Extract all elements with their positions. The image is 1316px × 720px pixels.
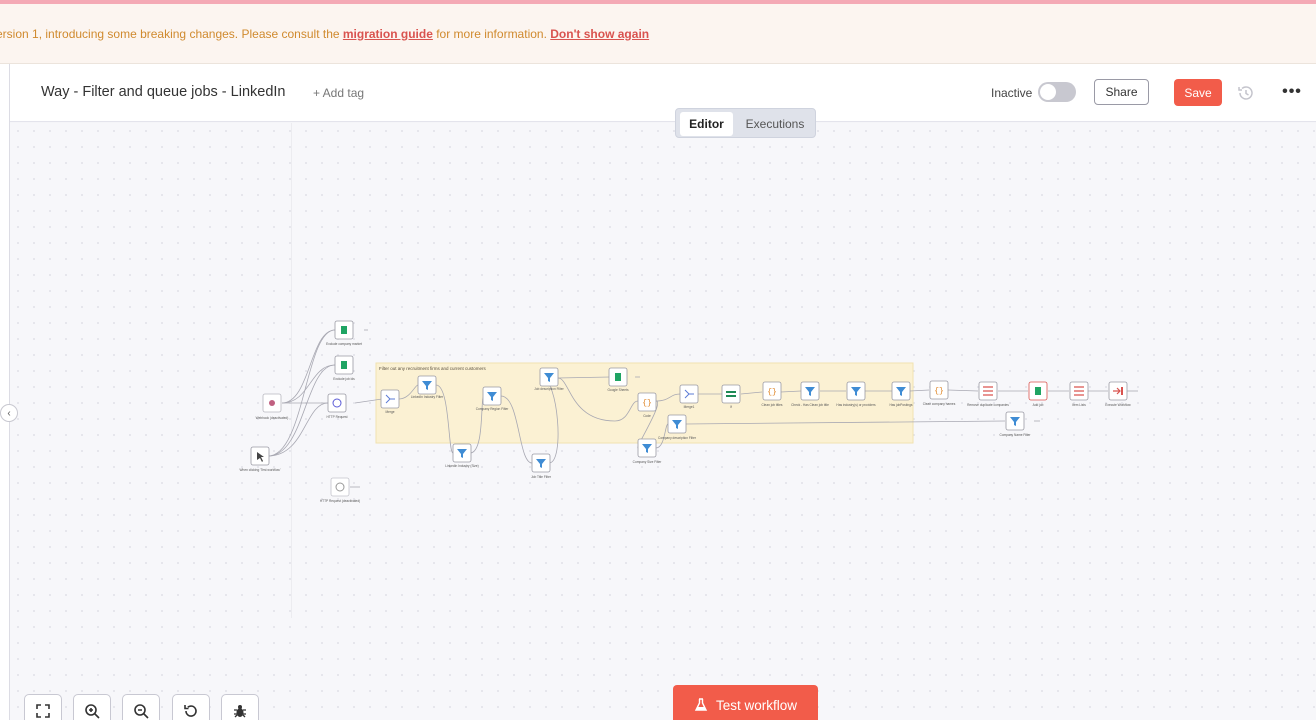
svg-text:Webhook (deactivated): Webhook (deactivated) bbox=[256, 416, 289, 420]
svg-text:HTTP Request (deactivated): HTTP Request (deactivated) bbox=[320, 499, 360, 503]
svg-text:Merge: Merge bbox=[385, 410, 394, 414]
svg-text:Company Region Filter: Company Region Filter bbox=[476, 407, 510, 411]
active-status-label: Inactive bbox=[991, 86, 1033, 100]
share-button[interactable]: Share bbox=[1094, 79, 1149, 105]
svg-text:If: If bbox=[730, 405, 732, 409]
reset-zoom-button[interactable] bbox=[172, 694, 210, 720]
workflow-header: Way - Filter and queue jobs - LinkedIn +… bbox=[10, 64, 1316, 122]
zoom-out-button[interactable] bbox=[122, 694, 160, 720]
node-exclude-company-market[interactable]: Exclude company market bbox=[326, 320, 362, 346]
node-http-request-deactivated[interactable]: HTTP Request (deactivated) bbox=[320, 477, 360, 503]
node-google-sheets[interactable]: Google Sheets bbox=[607, 367, 629, 392]
svg-text:Google Sheets: Google Sheets bbox=[607, 388, 628, 392]
editor-executions-switch: Editor Executions bbox=[675, 108, 816, 138]
expand-sidebar-button[interactable]: ‹ bbox=[0, 404, 18, 422]
svg-text:Exclude job ids: Exclude job ids bbox=[333, 377, 355, 381]
node-clean-company-names[interactable]: {} Clean company names bbox=[923, 380, 956, 406]
node-http-request[interactable]: HTTP Request bbox=[326, 393, 348, 419]
svg-text:Has industry(s) or providers: Has industry(s) or providers bbox=[836, 403, 876, 407]
svg-text:HTTP Request: HTTP Request bbox=[326, 415, 347, 419]
add-tag-button[interactable]: + Add tag bbox=[313, 86, 364, 100]
svg-text:Add job: Add job bbox=[1033, 403, 1044, 407]
svg-text:Clean company names: Clean company names bbox=[923, 402, 956, 406]
node-exclude-job-ids[interactable]: Exclude job ids bbox=[333, 355, 355, 381]
svg-text:Remove duplicate companies: Remove duplicate companies bbox=[967, 403, 1009, 407]
canvas-guide-line bbox=[291, 123, 292, 618]
tab-executions[interactable]: Executions bbox=[737, 112, 813, 136]
svg-text:Check - Has Clean job title: Check - Has Clean job title bbox=[791, 403, 829, 407]
left-sidebar-collapsed bbox=[0, 64, 10, 720]
zoom-in-button[interactable] bbox=[73, 694, 111, 720]
tab-editor[interactable]: Editor bbox=[680, 112, 733, 136]
reset-zoom-icon bbox=[184, 705, 197, 717]
sticky-note-text: Filter out any recruitment firms and cur… bbox=[379, 366, 487, 371]
svg-text:LinkedIn Industry (Size): LinkedIn Industry (Size) bbox=[445, 464, 478, 468]
zoom-in-icon bbox=[85, 704, 100, 719]
svg-text:Code: Code bbox=[643, 414, 651, 418]
svg-text:Execute Workflow: Execute Workflow bbox=[1105, 403, 1131, 407]
svg-text:Job Title Filter: Job Title Filter bbox=[531, 475, 552, 479]
node-execute-workflow[interactable]: Execute Workflow bbox=[1105, 381, 1131, 407]
svg-text:Exclude company market: Exclude company market bbox=[326, 342, 362, 346]
toggle-knob bbox=[1040, 84, 1056, 100]
svg-text:Clean job titles: Clean job titles bbox=[762, 403, 783, 407]
history-icon[interactable] bbox=[1237, 84, 1255, 102]
test-workflow-label: Test workflow bbox=[715, 697, 798, 713]
node-company-name-filter[interactable]: Company Name Filter bbox=[1000, 411, 1032, 437]
svg-text:Company description Filter: Company description Filter bbox=[658, 436, 697, 440]
zoom-out-icon bbox=[134, 704, 149, 719]
svg-text:{}: {} bbox=[934, 387, 944, 396]
svg-text:Job description Filter: Job description Filter bbox=[534, 387, 564, 391]
save-button[interactable]: Save bbox=[1174, 79, 1222, 106]
workflow-canvas[interactable]: Filter out any recruitment firms and cur… bbox=[10, 123, 1316, 720]
node-add-job[interactable]: Add job bbox=[1028, 381, 1048, 407]
svg-text:LinkedIn Industry Filter: LinkedIn Industry Filter bbox=[411, 395, 444, 399]
dont-show-again-link[interactable]: Don't show again bbox=[550, 27, 649, 41]
node-remove-duplicates[interactable]: Remove duplicate companies bbox=[967, 381, 1009, 407]
workflow-graph: Filter out any recruitment firms and cur… bbox=[240, 123, 1138, 618]
fit-view-icon bbox=[36, 704, 50, 718]
svg-text:Merge1: Merge1 bbox=[684, 405, 695, 409]
fit-view-button[interactable] bbox=[24, 694, 62, 720]
node-webhook[interactable]: Webhook (deactivated) bbox=[256, 393, 289, 420]
svg-text:Item Lists: Item Lists bbox=[1072, 403, 1086, 407]
node-manual-trigger[interactable]: When clicking 'Test workflow' bbox=[240, 446, 281, 472]
active-toggle[interactable] bbox=[1038, 82, 1076, 102]
flask-icon bbox=[694, 698, 708, 711]
node-clean-job-titles[interactable]: {} Clean job titles bbox=[762, 381, 783, 407]
migration-guide-link[interactable]: migration guide bbox=[343, 27, 433, 41]
node-job-title-filter[interactable]: Job Title Filter bbox=[531, 453, 552, 479]
svg-text:Has jobPostings: Has jobPostings bbox=[889, 403, 912, 407]
svg-text:{}: {} bbox=[642, 399, 652, 408]
svg-text:Company Name Filter: Company Name Filter bbox=[1000, 433, 1032, 437]
banner-text: ersion 1, introducing some breaking chan… bbox=[0, 26, 650, 41]
svg-text:Company Size Filter: Company Size Filter bbox=[633, 460, 663, 464]
bug-icon bbox=[234, 705, 246, 718]
node-item-lists[interactable]: Item Lists bbox=[1069, 381, 1089, 407]
more-horizontal-icon[interactable]: ••• bbox=[1282, 82, 1302, 102]
svg-text:When clicking 'Test workflow': When clicking 'Test workflow' bbox=[240, 468, 281, 472]
node-linkedin-industry-size[interactable]: LinkedIn Industry (Size) bbox=[445, 443, 479, 468]
node-has-job-postings[interactable]: Has jobPostings bbox=[889, 381, 913, 407]
chevron-left-icon: ‹ bbox=[7, 407, 11, 419]
svg-text:{}: {} bbox=[767, 388, 777, 397]
debug-button[interactable] bbox=[221, 694, 259, 720]
test-workflow-button[interactable]: Test workflow bbox=[673, 685, 818, 720]
workflow-name[interactable]: Way - Filter and queue jobs - LinkedIn bbox=[41, 84, 285, 100]
announcement-banner: ersion 1, introducing some breaking chan… bbox=[0, 4, 1316, 64]
